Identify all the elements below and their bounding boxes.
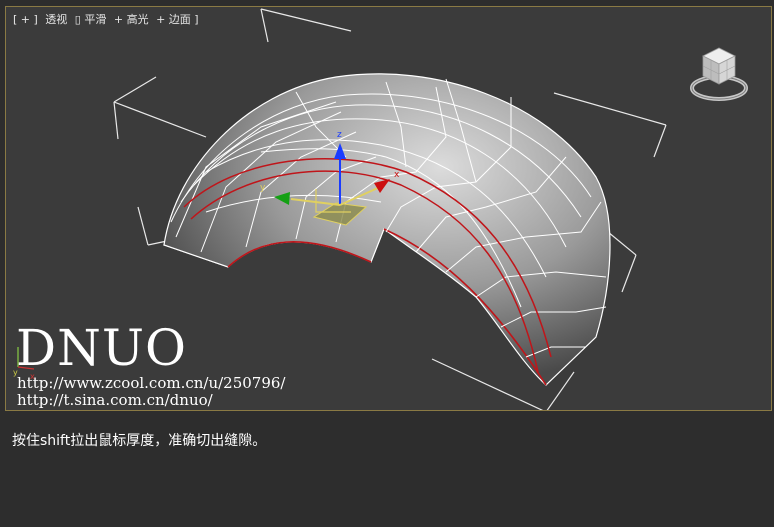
watermark-url-sina: http://t.sina.com.cn/dnuo/ — [17, 391, 213, 409]
arch-mesh-object[interactable] — [162, 73, 611, 386]
gizmo-y-label: y — [260, 183, 266, 193]
gizmo-z-label: z — [337, 130, 342, 140]
perspective-viewport[interactable]: [ + ] 透视 ▯ 平滑 + 高光 + 边面 ] z x y y x DNUO… — [5, 6, 772, 411]
viewcube-icon[interactable] — [689, 42, 749, 107]
watermark-title: DNUO — [16, 319, 187, 377]
gizmo-x-label: x — [394, 170, 400, 180]
watermark-url-zcool: http://www.zcool.com.cn/u/250796/ — [17, 374, 286, 392]
tutorial-caption: 按住shift拉出鼠标厚度，准确切出缝隙。 — [12, 433, 267, 449]
